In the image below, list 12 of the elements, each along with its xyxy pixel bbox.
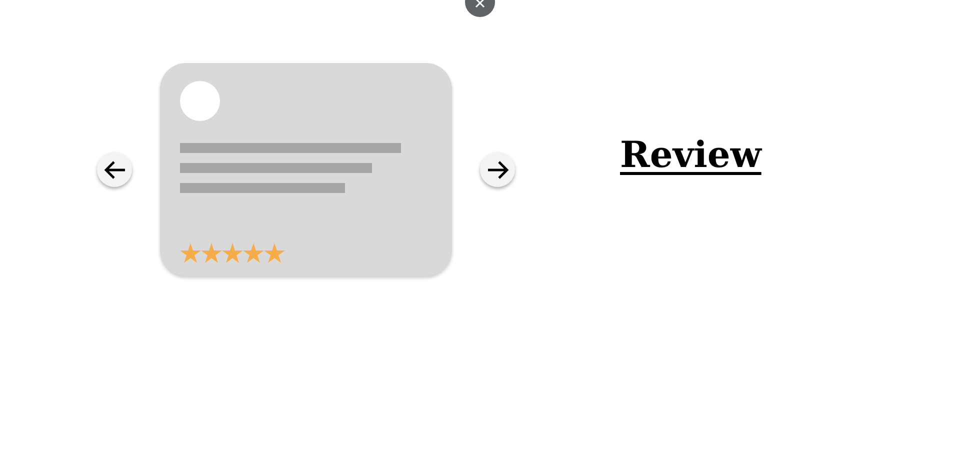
star-icon: [243, 243, 264, 263]
star-icon: [180, 243, 201, 263]
star-icon: [201, 243, 222, 263]
close-icon: [475, 0, 485, 8]
page-heading: Review: [620, 133, 762, 177]
next-button[interactable]: [480, 152, 515, 187]
avatar-placeholder: [180, 81, 220, 121]
arrow-left-icon: [104, 160, 126, 178]
star-icon: [264, 243, 285, 263]
star-icon: [222, 243, 243, 263]
previous-button[interactable]: [97, 152, 132, 187]
arrow-right-icon: [486, 160, 508, 178]
